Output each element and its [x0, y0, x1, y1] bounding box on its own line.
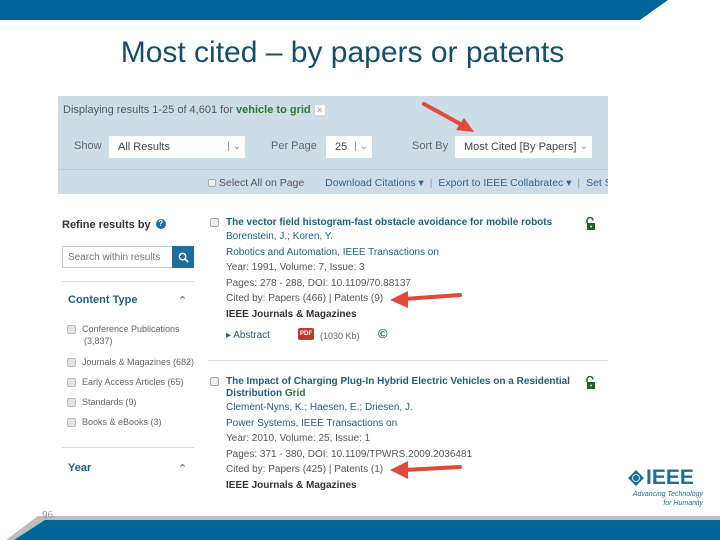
result-year: Year: 1991, Volume: 7, Issue: 3 — [226, 262, 365, 273]
result-title[interactable]: The vector field histogram-fast obstacle… — [208, 217, 608, 229]
checkbox-icon — [67, 418, 76, 428]
filter-label: Early Access Articles (65) — [82, 377, 184, 387]
divider — [62, 447, 194, 448]
result-title-text[interactable]: The Impact of Charging Plug-In Hybrid El… — [226, 376, 570, 387]
checkbox-icon — [208, 179, 216, 188]
refine-sidebar: Refine results by ? Content Type ⌃ Confe… — [58, 194, 198, 506]
open-access-lock-icon — [586, 217, 595, 230]
filter-journals-magazines[interactable]: Journals & Magazines (682) — [67, 356, 194, 368]
separator: | — [429, 177, 433, 189]
results-count-text: Displaying results 1-25 of 4,601 for — [63, 104, 237, 116]
page-number: 96 — [42, 510, 54, 521]
results-summary: Displaying results 1-25 of 4,601 for veh… — [63, 104, 325, 116]
checkbox-icon — [67, 358, 76, 368]
result-year: Year: 2010, Volume: 25, Issue: 1 — [226, 433, 371, 444]
chevron-up-icon[interactable]: ⌃ — [178, 294, 187, 307]
result-authors[interactable]: Borenstein, J.; Koren, Y. — [208, 229, 608, 245]
filter-label: Books & eBooks (3) — [82, 417, 162, 427]
sort-by-select[interactable]: Most Cited [By Papers] | ⌄ — [455, 136, 592, 158]
query-highlight[interactable]: Grid — [285, 388, 306, 399]
set-search-alert-link[interactable]: Set Sea — [586, 177, 608, 189]
show-value: All Results — [118, 141, 170, 153]
search-icon — [178, 252, 189, 263]
results-toolbar: Select All on Page Download Citations ▾ … — [208, 177, 608, 189]
tagline-line: for Humanity — [663, 500, 703, 507]
divider — [58, 169, 608, 170]
search-button[interactable] — [172, 246, 194, 268]
show-label: Show — [74, 140, 102, 152]
slide-title: Most cited – by papers or patents — [120, 36, 565, 69]
help-icon[interactable]: ? — [155, 219, 166, 229]
refine-title: Refine results by ? — [62, 219, 166, 231]
result-title-text[interactable]: Distribution — [226, 388, 285, 399]
divider — [62, 281, 194, 282]
ieee-diamond-icon — [628, 470, 644, 486]
result-authors[interactable]: Clement-Nyns, K.; Haesen, E.; Driesen, J… — [208, 400, 608, 416]
result-title-text[interactable]: The vector field histogram-fast obstacle… — [226, 217, 552, 228]
pdf-icon[interactable]: PDF — [298, 328, 314, 340]
filter-count: (3,837) — [84, 336, 113, 346]
checkbox-icon — [67, 398, 76, 408]
checkbox-icon[interactable] — [210, 218, 219, 227]
checkbox-icon — [67, 378, 76, 388]
content-type-heading[interactable]: Content Type — [68, 294, 137, 306]
show-select[interactable]: All Results | ⌄ — [109, 136, 245, 158]
search-query: vehicle to grid — [236, 104, 311, 116]
result-publication[interactable]: Power Systems, IEEE Transactions on — [208, 416, 608, 432]
annotation-arrow-citations-1 — [390, 291, 462, 308]
chevron-up-icon[interactable]: ⌃ — [178, 462, 187, 475]
pdf-size: (1030 Kb) — [320, 331, 360, 341]
checkbox-icon — [67, 325, 76, 335]
filter-early-access[interactable]: Early Access Articles (65) — [67, 376, 184, 388]
divider — [208, 360, 608, 361]
filter-label: Standards (9) — [82, 397, 137, 407]
select-all-label: Select All on Page — [219, 177, 305, 189]
open-access-lock-icon — [586, 376, 595, 389]
download-citations-link[interactable]: Download Citations ▾ — [325, 177, 424, 189]
result-publication[interactable]: Robotics and Automation, IEEE Transactio… — [208, 245, 608, 261]
chevron-down-icon: | ⌄ — [574, 141, 588, 152]
search-within-input[interactable] — [62, 246, 174, 268]
annotation-arrow-citations-2 — [390, 461, 462, 479]
filter-label: Conference Publications — [82, 324, 180, 334]
export-collabratec-link[interactable]: Export to IEEE Collabratec ▾ — [438, 177, 571, 189]
sort-by-label: Sort By — [412, 140, 449, 152]
search-header: Displaying results 1-25 of 4,601 for veh… — [58, 96, 608, 194]
per-page-value: 25 — [335, 141, 348, 153]
clear-query-icon[interactable]: × — [314, 105, 325, 116]
per-page-select[interactable]: 25 | ⌄ — [326, 136, 372, 158]
refine-title-text: Refine results by — [62, 219, 151, 231]
abstract-toggle[interactable]: ▸ Abstract — [226, 330, 270, 341]
filter-books-ebooks[interactable]: Books & eBooks (3) — [67, 416, 162, 428]
annotation-arrow-sort — [422, 102, 474, 132]
copyright-icon[interactable]: © — [378, 326, 388, 341]
chevron-down-icon: | ⌄ — [354, 141, 368, 152]
ieee-xplore-screenshot: Displaying results 1-25 of 4,601 for veh… — [58, 96, 608, 506]
bottom-brand-band — [6, 516, 720, 540]
sort-by-value: Most Cited [By Papers] — [464, 141, 577, 153]
filter-conference-publications[interactable]: Conference Publications (3,837) — [67, 323, 180, 347]
tagline-line: Advancing Technology — [632, 491, 703, 498]
ieee-tagline: Advancing Technology for Humanity — [629, 490, 703, 508]
top-brand-band — [0, 0, 668, 20]
checkbox-icon[interactable] — [210, 377, 219, 386]
separator: | — [577, 177, 581, 189]
year-heading[interactable]: Year — [68, 462, 91, 474]
filter-standards[interactable]: Standards (9) — [67, 396, 137, 408]
per-page-label: Per Page — [271, 140, 317, 152]
chevron-down-icon: | ⌄ — [227, 141, 241, 152]
filter-label: Journals & Magazines (682) — [82, 357, 195, 367]
result-title[interactable]: The Impact of Charging Plug-In Hybrid El… — [208, 376, 608, 400]
select-all-checkbox[interactable]: Select All on Page — [208, 177, 304, 189]
ieee-wordmark: IEEE — [646, 466, 694, 489]
